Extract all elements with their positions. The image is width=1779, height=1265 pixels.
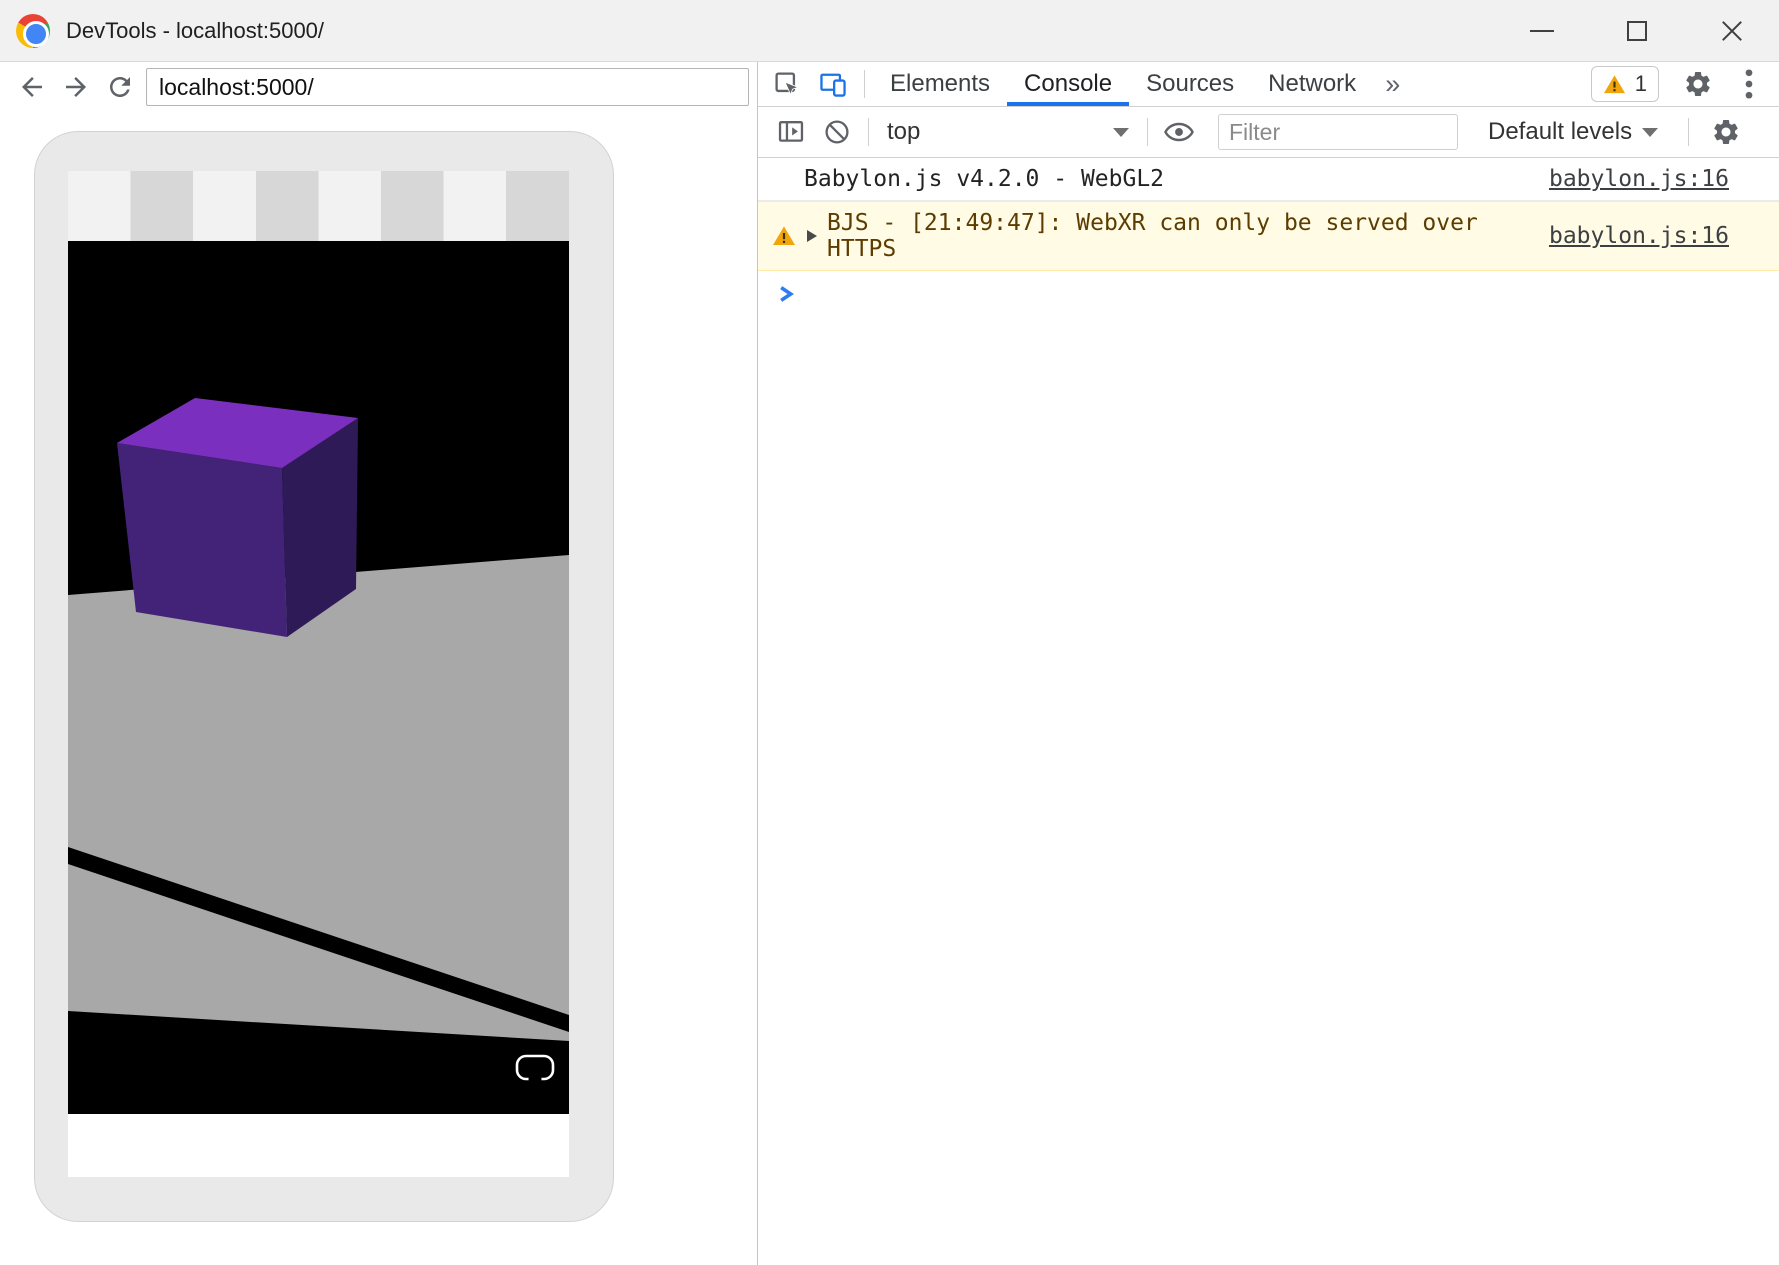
chevron-down-icon — [1642, 128, 1658, 137]
vr-goggles-button[interactable] — [517, 1056, 553, 1086]
tab-sources[interactable]: Sources — [1129, 62, 1251, 106]
execution-context-selector[interactable]: top — [877, 118, 1139, 146]
source-link[interactable]: babylon.js:16 — [1519, 166, 1729, 192]
maximize-button[interactable] — [1589, 0, 1684, 61]
kebab-menu-icon — [1744, 68, 1754, 100]
browser-nav-bar — [0, 62, 757, 112]
close-icon — [1718, 17, 1746, 45]
console-messages: Babylon.js v4.2.0 - WebGL2 babylon.js:16… — [758, 158, 1779, 310]
devtools-settings-button[interactable] — [1681, 69, 1715, 99]
clear-console-icon — [822, 117, 852, 147]
warning-count: 1 — [1635, 71, 1647, 97]
webgl-canvas[interactable] — [68, 241, 569, 1114]
console-toolbar: top Default levels — [758, 107, 1779, 158]
divider — [1688, 118, 1689, 146]
cube-front-face — [117, 443, 287, 637]
minimize-icon — [1530, 30, 1554, 32]
maximize-icon — [1627, 21, 1647, 41]
forward-arrow-icon — [61, 72, 91, 102]
divider — [1147, 118, 1148, 146]
console-settings-button[interactable] — [1703, 117, 1749, 147]
warning-triangle-icon — [772, 224, 796, 248]
console-sidebar-toggle[interactable] — [768, 117, 814, 147]
refresh-icon — [105, 72, 135, 102]
address-bar[interactable] — [146, 68, 749, 106]
vr-goggles-nose-notch — [529, 1073, 542, 1086]
devtools-tabbar: Elements Console Sources Network » 1 — [758, 62, 1779, 107]
refresh-button[interactable] — [98, 65, 142, 109]
tab-elements[interactable]: Elements — [873, 62, 1007, 106]
window-titlebar: DevTools - localhost:5000/ — [0, 0, 1779, 62]
gear-icon — [1711, 117, 1741, 147]
inspect-cursor-icon — [772, 69, 802, 99]
chrome-logo-icon — [16, 14, 50, 48]
window-controls — [1494, 0, 1779, 61]
console-message-row: Babylon.js v4.2.0 - WebGL2 babylon.js:16 — [758, 158, 1779, 201]
tab-console[interactable]: Console — [1007, 62, 1129, 106]
source-link[interactable]: babylon.js:16 — [1519, 223, 1729, 249]
console-warning-text: BJS - [21:49:47]: WebXR can only be serv… — [827, 210, 1519, 262]
back-arrow-icon — [17, 72, 47, 102]
warning-triangle-icon — [1603, 73, 1626, 96]
context-label: top — [887, 118, 920, 146]
console-sidebar-icon — [776, 117, 806, 147]
devtools-panel: Elements Console Sources Network » 1 — [757, 62, 1779, 1265]
live-expression-button[interactable] — [1156, 116, 1202, 148]
divider — [864, 70, 865, 98]
babylon-3d-scene — [68, 241, 569, 1114]
console-prompt-chevron-icon — [778, 283, 796, 305]
devtools-menu-button[interactable] — [1737, 68, 1761, 100]
device-toolbar-icon — [818, 69, 848, 99]
device-screen — [68, 171, 569, 1177]
chevron-down-icon — [1113, 128, 1129, 137]
divider — [868, 118, 869, 146]
console-filter-input[interactable] — [1218, 114, 1458, 150]
page-background-pattern — [68, 171, 569, 241]
inspect-element-button[interactable] — [764, 62, 810, 106]
levels-label: Default levels — [1488, 118, 1632, 146]
minimize-button[interactable] — [1494, 0, 1589, 61]
more-tabs-button[interactable]: » — [1373, 69, 1412, 100]
console-message-text: Babylon.js v4.2.0 - WebGL2 — [804, 166, 1164, 192]
window-title: DevTools - localhost:5000/ — [66, 18, 324, 44]
clear-console-button[interactable] — [814, 117, 860, 147]
back-button[interactable] — [10, 65, 54, 109]
close-button[interactable] — [1684, 0, 1779, 61]
log-levels-selector[interactable]: Default levels — [1480, 118, 1666, 146]
eye-icon — [1163, 116, 1195, 148]
gear-icon — [1683, 69, 1713, 99]
tab-network[interactable]: Network — [1251, 62, 1373, 106]
browser-pane — [0, 62, 757, 1265]
console-prompt[interactable] — [758, 271, 1779, 310]
issues-warning-badge[interactable]: 1 — [1591, 66, 1659, 102]
device-frame — [34, 131, 614, 1222]
forward-button[interactable] — [54, 65, 98, 109]
console-warning-row: BJS - [21:49:47]: WebXR can only be serv… — [758, 201, 1779, 271]
expand-message-arrow[interactable] — [806, 229, 818, 243]
device-toolbar-toggle[interactable] — [810, 62, 856, 106]
tabbar-right-group: 1 — [1591, 62, 1779, 106]
